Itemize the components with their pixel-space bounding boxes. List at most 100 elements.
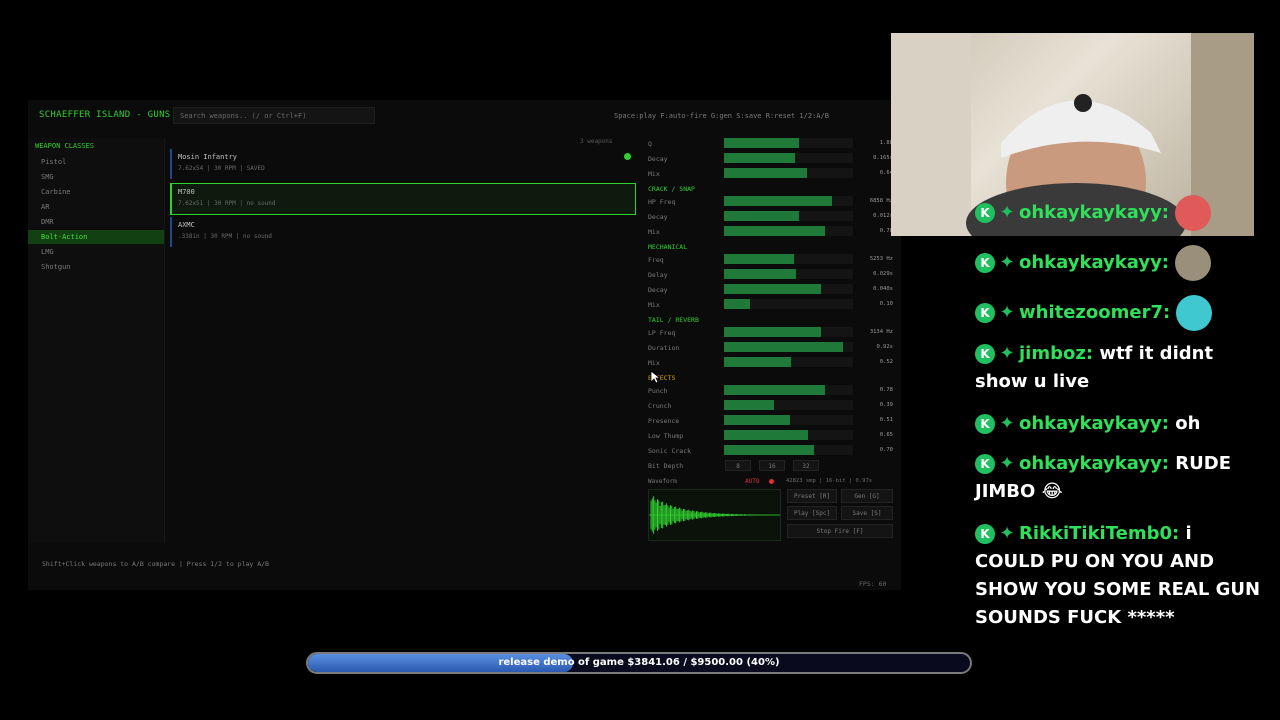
auto-label[interactable]: AUTO [745, 478, 759, 485]
slider-fill [724, 138, 799, 148]
chat-message: K ✦ ohkaykaykayy: oh [975, 410, 1265, 438]
chat-message: K ✦ ohkaykaykayy: RUDE JIMBO 😂 [975, 450, 1265, 506]
param-slider[interactable] [724, 211, 853, 221]
slider-fill [724, 153, 795, 163]
chat-message: K ✦ jimboz: wtf it didnt show u live [975, 340, 1265, 396]
chat-username[interactable]: jimboz: [1019, 343, 1093, 364]
play-button[interactable]: Play [Spc] [787, 506, 837, 520]
param-slider[interactable] [724, 445, 853, 455]
param-slider[interactable] [724, 415, 853, 425]
chat-username[interactable]: ohkaykaykayy: [1019, 453, 1169, 474]
bit-depth-button-16[interactable]: 16 [759, 460, 785, 471]
chat-username[interactable]: ohkaykaykayy: [1019, 413, 1169, 434]
param-label: Delay [648, 271, 668, 279]
param-label: Low Thump [648, 432, 684, 440]
slider-fill [724, 211, 799, 221]
saved-indicator-icon [624, 153, 631, 160]
param-label: Presence [648, 417, 680, 425]
mouse-cursor-icon [650, 370, 660, 384]
weapon-row[interactable]: Mosin Infantry 7.62x54 | 30 RPM | SAVED [170, 149, 636, 179]
chat-username[interactable]: whitezoomer7: [1019, 302, 1170, 323]
param-value: 0.040s [873, 286, 893, 292]
waveform-display [648, 489, 781, 541]
slider-fill [724, 254, 794, 264]
param-label: Mix [648, 301, 660, 309]
subscriber-badge-icon: K [975, 253, 995, 273]
param-value: 5253 Hz [869, 256, 893, 262]
param-label: Decay [648, 213, 668, 221]
param-slider[interactable] [724, 327, 853, 337]
param-slider[interactable] [724, 254, 853, 264]
save-button[interactable]: Save [S] [841, 506, 893, 520]
chat-message: K ✦ whitezoomer7: [975, 295, 1265, 331]
weapon-meta: .338in | 30 RPM | no sound [178, 233, 272, 240]
chat-username[interactable]: ohkaykaykayy: [1019, 252, 1169, 273]
weapon-name: Mosin Infantry [178, 153, 238, 161]
search-input[interactable]: Search weapons.. (/ or Ctrl+F) [173, 107, 375, 124]
subscriber-badge-icon: K [975, 454, 995, 474]
param-slider[interactable] [724, 357, 853, 367]
param-label: Punch [648, 387, 668, 395]
param-slider[interactable] [724, 400, 853, 410]
param-value: 0.65 [879, 432, 893, 438]
param-slider[interactable] [724, 342, 853, 352]
param-slider[interactable] [724, 284, 853, 294]
weapon-row[interactable]: M700 7.62x51 | 30 RPM | no sound [170, 183, 636, 215]
chat-username[interactable]: ohkaykaykayy: [1019, 202, 1169, 223]
param-slider[interactable] [724, 385, 853, 395]
param-slider[interactable] [724, 430, 853, 440]
param-slider[interactable] [724, 153, 853, 163]
sidebar-item-pistol[interactable]: Pistol [28, 155, 164, 169]
chat-username[interactable]: RikkiTikiTemb0: [1019, 523, 1179, 544]
param-slider[interactable] [724, 226, 853, 236]
subscriber-badge-icon: K [975, 344, 995, 364]
slider-fill [724, 269, 796, 279]
diamond-badge-icon: ✦ [999, 413, 1015, 434]
slider-fill [724, 430, 808, 440]
section-header: MECHANICAL [648, 243, 688, 251]
diamond-badge-icon: ✦ [999, 302, 1015, 323]
diamond-badge-icon: ✦ [999, 202, 1015, 223]
preset-button[interactable]: Preset [R] [787, 489, 837, 503]
param-slider[interactable] [724, 196, 853, 206]
diamond-badge-icon: ✦ [999, 252, 1015, 273]
sidebar-item-smg[interactable]: SMG [28, 170, 164, 184]
param-slider[interactable] [724, 299, 853, 309]
section-header: CRACK / SNAP [648, 185, 695, 193]
slider-fill [724, 342, 843, 352]
param-value: 0.70 [879, 447, 893, 453]
chat-message: K ✦ ohkaykaykayy: [975, 245, 1265, 281]
chat-message: K ✦ ohkaykaykayy: [975, 195, 1265, 231]
param-label: Q [648, 140, 652, 148]
param-slider[interactable] [724, 138, 853, 148]
eyes-emote-icon [1176, 295, 1213, 331]
sidebar-item-bolt-action[interactable]: Bolt-Action [28, 230, 164, 244]
sidebar-item-shotgun[interactable]: Shotgun [28, 260, 164, 274]
param-slider[interactable] [724, 269, 853, 279]
param-value: 0.51 [879, 417, 893, 423]
shortcut-hints: Space:play F:auto-fire G:gen S:save R:re… [614, 112, 829, 120]
sidebar-item-lmg[interactable]: LMG [28, 245, 164, 259]
param-slider[interactable] [724, 168, 853, 178]
sidebar-item-carbine[interactable]: Carbine [28, 185, 164, 199]
weapon-name: M700 [178, 188, 195, 196]
sidebar-header: WEAPON CLASSES [35, 142, 95, 150]
waveform-icon [649, 496, 781, 534]
param-value: 0.10 [879, 301, 893, 307]
bit-depth-button-32[interactable]: 32 [793, 460, 819, 471]
auto-indicator-icon [769, 479, 774, 484]
stop-fire-button[interactable]: Stop Fire [F] [787, 524, 893, 538]
gen-button[interactable]: Gen [G] [841, 489, 893, 503]
donation-progress-bar: release demo of game $3841.06 / $9500.00… [306, 652, 972, 674]
slider-fill [724, 445, 814, 455]
sidebar-item-dmr[interactable]: DMR [28, 215, 164, 229]
weapon-row[interactable]: AXMC .338in | 30 RPM | no sound [170, 217, 636, 247]
slider-fill [724, 299, 750, 309]
slider-fill [724, 327, 821, 337]
bit-depth-button-8[interactable]: 8 [725, 460, 751, 471]
fps-counter: FPS: 60 [859, 580, 887, 588]
param-value: 0.92s [876, 344, 893, 350]
param-label: Duration [648, 344, 680, 352]
sidebar-item-ar[interactable]: AR [28, 200, 164, 214]
subscriber-badge-icon: K [975, 414, 995, 434]
